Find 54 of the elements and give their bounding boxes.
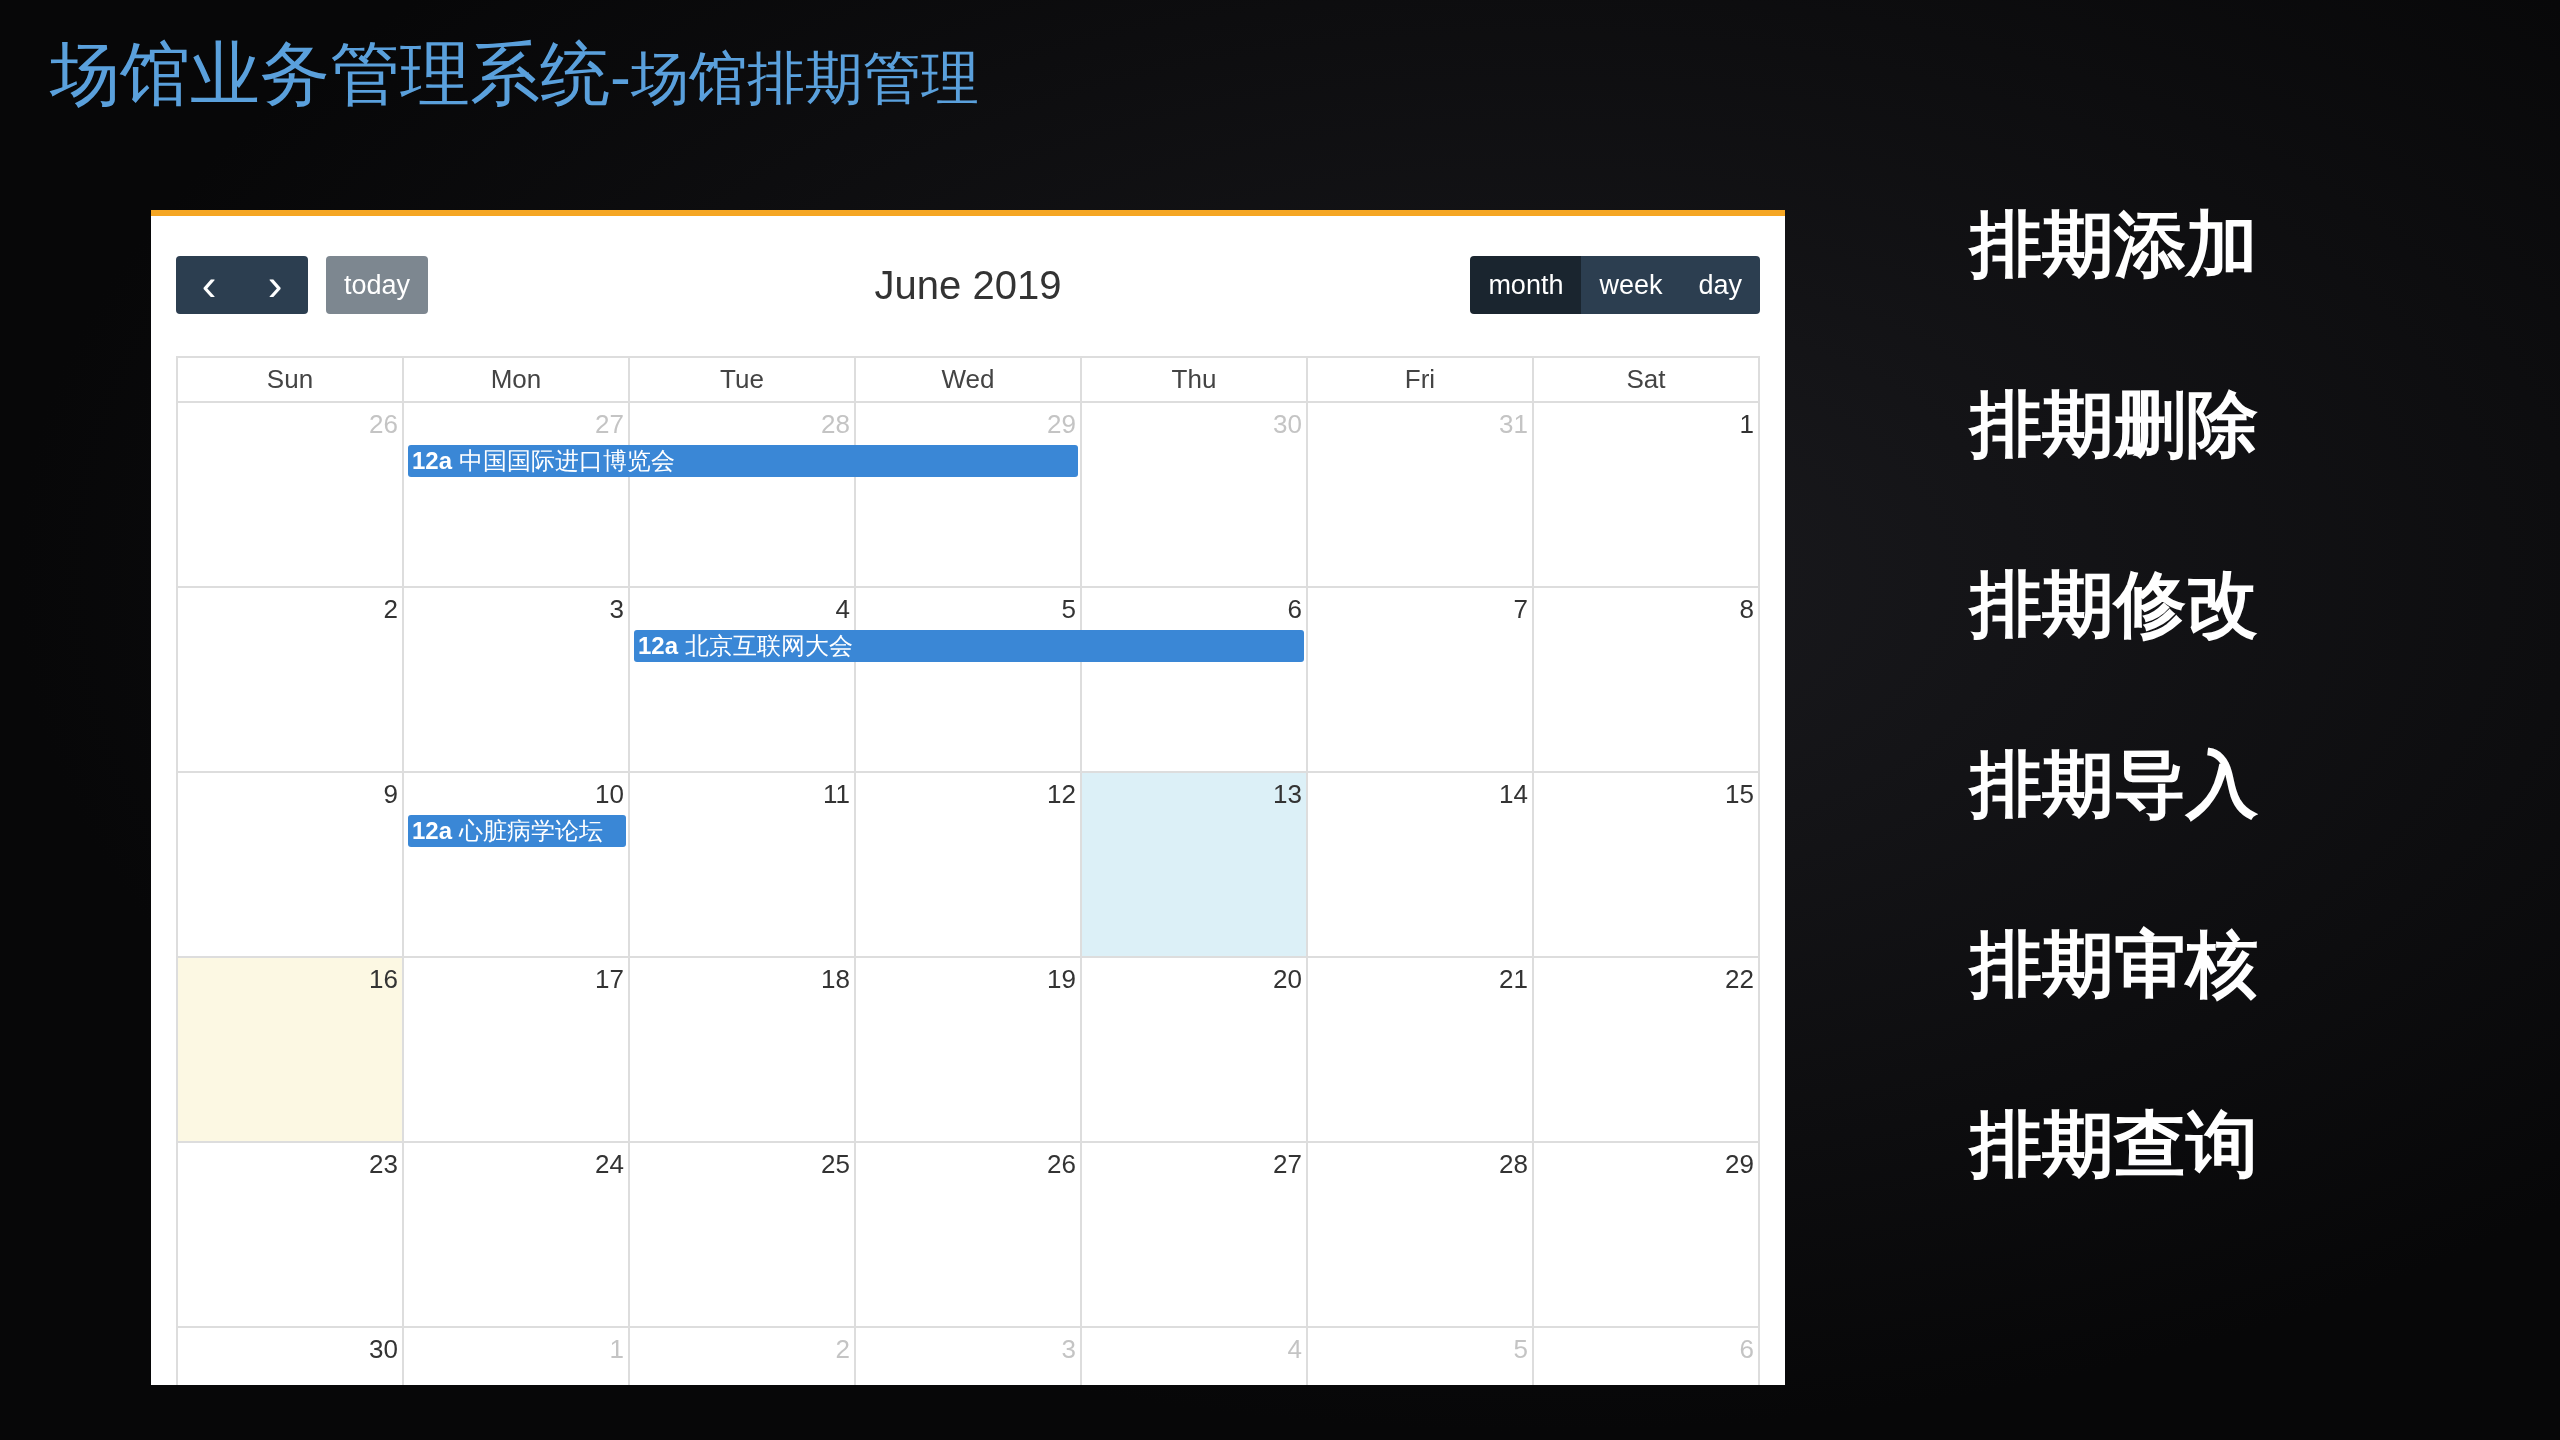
feature-label: 排期删除 (1970, 388, 2258, 460)
view-tab[interactable]: week (1581, 256, 1681, 314)
view-tab[interactable]: day (1680, 256, 1760, 314)
weekday-header: Tue (630, 358, 856, 403)
next-button[interactable]: › (242, 256, 308, 314)
feature-label: 排期导入 (1970, 748, 2258, 820)
day-number[interactable]: 14 (1499, 779, 1528, 810)
day-number[interactable]: 15 (1725, 779, 1754, 810)
day-number[interactable]: 2 (383, 594, 398, 625)
day-number[interactable]: 29 (1725, 1149, 1754, 1180)
day-number[interactable]: 18 (821, 964, 850, 995)
previous-button[interactable]: ‹ (176, 256, 242, 314)
day-number[interactable]: 28 (1499, 1149, 1528, 1180)
day-number[interactable]: 13 (1273, 779, 1302, 810)
slide-title: 场馆业务管理系统 (50, 32, 610, 117)
day-number[interactable]: 1 (1739, 409, 1754, 440)
feature-label: 排期修改 (1970, 568, 2258, 640)
day-number[interactable]: 10 (595, 779, 624, 810)
day-number[interactable]: 17 (595, 964, 624, 995)
calendar-heading: June 2019 (874, 262, 1062, 308)
day-number[interactable]: 23 (369, 1149, 398, 1180)
weekday-header: Sun (178, 358, 404, 403)
day-number[interactable]: 16 (369, 964, 398, 995)
day-number[interactable]: 25 (821, 1149, 850, 1180)
weekday-header: Sat (1534, 358, 1760, 403)
day-number[interactable]: 30 (369, 1334, 398, 1365)
day-number[interactable]: 5 (1061, 594, 1076, 625)
day-number[interactable]: 6 (1287, 594, 1302, 625)
feature-label: 排期查询 (1970, 1108, 2258, 1180)
day-number[interactable]: 21 (1499, 964, 1528, 995)
day-number[interactable]: 27 (1273, 1149, 1302, 1180)
day-number[interactable]: 22 (1725, 964, 1754, 995)
event-bar[interactable]: 12a 北京互联网大会 (634, 630, 1304, 662)
view-tab[interactable]: month (1470, 256, 1582, 314)
feature-label: 排期审核 (1970, 928, 2258, 1000)
day-number[interactable]: 24 (595, 1149, 624, 1180)
day-number[interactable]: 7 (1513, 594, 1528, 625)
event-bar[interactable]: 12a 心脏病学论坛 (408, 815, 626, 847)
weekday-header: Fri (1308, 358, 1534, 403)
day-number[interactable]: 8 (1739, 594, 1754, 625)
day-number[interactable]: 3 (609, 594, 624, 625)
event-bar[interactable]: 12a 中国国际进口博览会 (408, 445, 1078, 477)
weekday-header: Thu (1082, 358, 1308, 403)
day-number[interactable]: 4 (835, 594, 850, 625)
day-number[interactable]: 9 (383, 779, 398, 810)
day-number[interactable]: 11 (823, 779, 850, 810)
day-number[interactable]: 20 (1273, 964, 1302, 995)
day-number[interactable]: 26 (1047, 1149, 1076, 1180)
feature-label: 排期添加 (1970, 208, 2258, 280)
weekday-header: Wed (856, 358, 1082, 403)
weekday-header: Mon (404, 358, 630, 403)
slide-subtitle: -场馆排期管理 (610, 43, 979, 114)
day-number[interactable]: 12 (1047, 779, 1076, 810)
day-number[interactable]: 19 (1047, 964, 1076, 995)
